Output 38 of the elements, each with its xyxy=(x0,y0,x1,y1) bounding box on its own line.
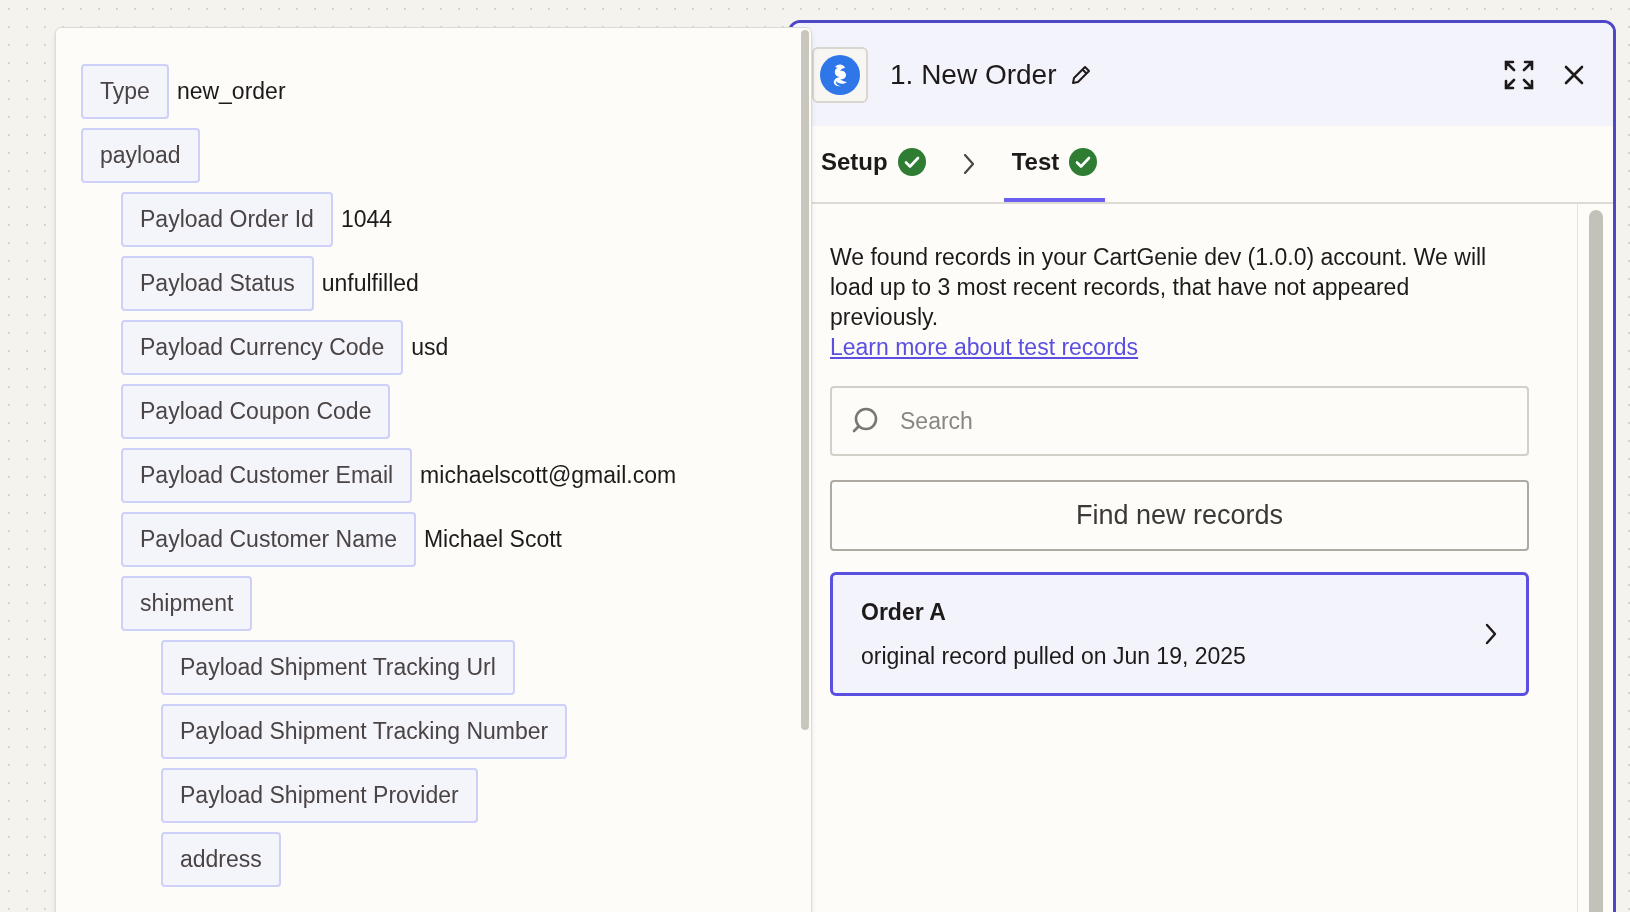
record-card[interactable]: Order A original record pulled on Jun 19, 2025 xyxy=(830,572,1529,696)
field-value: usd xyxy=(411,333,449,363)
genie-logo-icon xyxy=(820,54,860,95)
record-title: Order A xyxy=(861,597,947,627)
step-title: 1. New Order xyxy=(890,57,1057,92)
field-label-tag: Payload Shipment Tracking Number xyxy=(161,704,568,759)
learn-more-link[interactable]: Learn more about test records xyxy=(830,334,1139,360)
field-label-tag: address xyxy=(161,832,281,887)
field-label-tag: Type xyxy=(81,64,169,119)
close-icon[interactable] xyxy=(1563,63,1585,86)
field-label-tag: Payload Order Id xyxy=(121,192,333,247)
chevron-right-icon xyxy=(961,152,976,176)
search-field[interactable]: Search xyxy=(830,386,1529,456)
find-records-button[interactable]: Find new records xyxy=(830,480,1529,551)
field-value: Michael Scott xyxy=(423,525,562,555)
chevron-right-icon xyxy=(1484,622,1498,646)
field-label-tag: payload xyxy=(81,128,200,183)
field-value: unfulfilled xyxy=(321,269,419,299)
expand-icon[interactable] xyxy=(1503,58,1535,91)
field-label-tag: Payload Shipment Provider xyxy=(161,768,478,823)
field-label-tag: Payload Customer Name xyxy=(121,512,416,567)
field-label-tag: Payload Shipment Tracking Url xyxy=(161,640,515,695)
field-value: new_order xyxy=(176,77,286,107)
field-value: 1044 xyxy=(340,205,393,235)
record-subtitle: original record pulled on Jun 19, 2025 xyxy=(861,642,1247,671)
check-circle-icon xyxy=(1069,148,1098,176)
step-tab[interactable]: Test xyxy=(1003,126,1106,202)
description-text: We found records in your CartGenie dev (1.0.0) account. We will load up to 3 most recent records, that have not appeared previously. xyxy=(830,243,1488,332)
field-label-tag: Payload Coupon Code xyxy=(121,384,391,439)
field-value: michaelscott@gmail.com xyxy=(420,461,677,491)
check-circle-icon xyxy=(897,148,926,176)
scrollbar[interactable] xyxy=(1588,210,1603,912)
field-label-tag: Payload Customer Email xyxy=(121,448,413,503)
scrollbar[interactable] xyxy=(801,30,809,730)
step-tab[interactable]: Setup xyxy=(813,126,934,202)
field-label-tag: Payload Currency Code xyxy=(121,320,404,375)
field-label-tag: shipment xyxy=(121,576,253,631)
field-label-tag: Payload Status xyxy=(121,256,314,311)
